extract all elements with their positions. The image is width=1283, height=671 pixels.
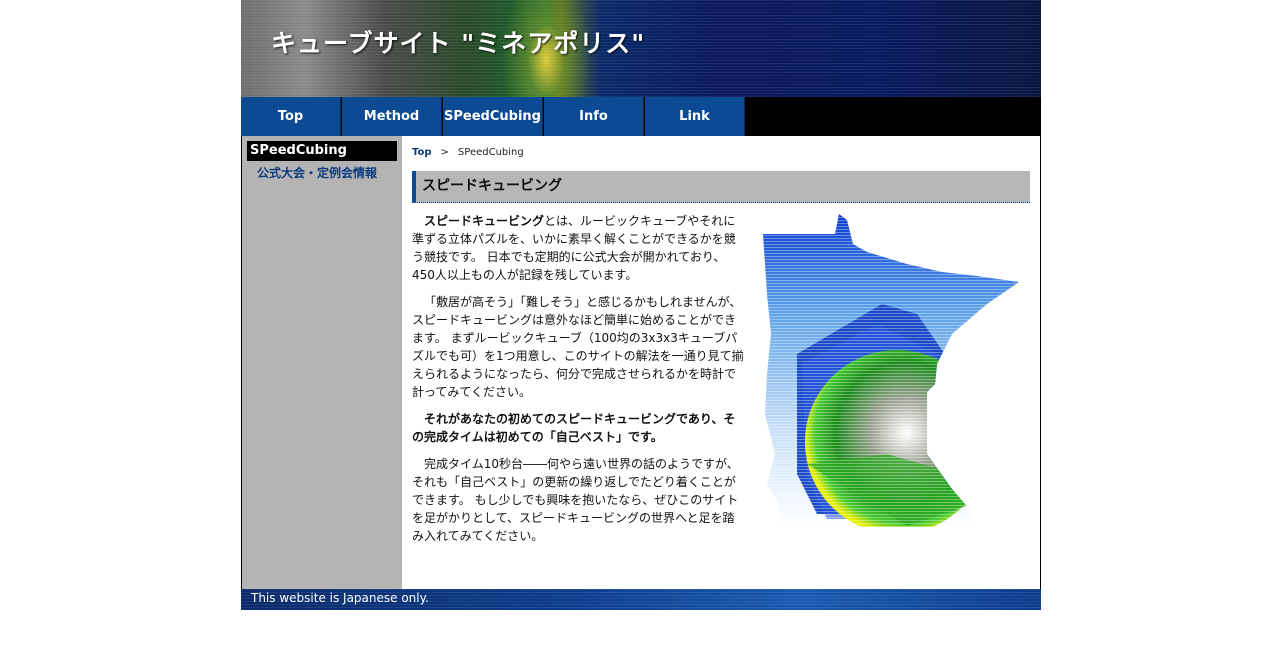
sidebar-heading: SPeedCubing: [247, 141, 397, 161]
paragraph-2: 「敷居が高そう」「難しそう」と感じるかもしれませんが、スピードキュービングは意外…: [412, 295, 744, 399]
nav-item-method[interactable]: Method: [342, 97, 442, 136]
site-container: キューブサイト "ミネアポリス" Top Method SPeedCubing …: [241, 0, 1041, 610]
breadcrumb: Top > SPeedCubing: [412, 147, 524, 158]
paragraph-4: 完成タイム10秒台――何やら遠い世界の話のようですが、それも「自己ベスト」の更新…: [412, 457, 739, 543]
paragraph-1: スピードキュービングとは、ルービックキューブやそれに準ずる立体パズルを、いかに素…: [412, 212, 745, 284]
minnesota-map-image: [763, 214, 1019, 527]
term-speedcubing: スピードキュービング: [424, 214, 545, 228]
footer-text: This website is Japanese only.: [251, 591, 429, 605]
nav-item-link[interactable]: Link: [645, 97, 745, 136]
section-heading: スピードキュービング: [412, 171, 1030, 203]
nav-item-speedcubing[interactable]: SPeedCubing: [443, 97, 543, 136]
site-title: キューブサイト "ミネアポリス": [271, 29, 646, 58]
paragraph-3: それがあなたの初めてのスピードキュービングであり、その完成タイムは初めての「自己…: [412, 412, 736, 444]
content-area: Top > SPeedCubing スピードキュービング スピードキュービングとは、…: [402, 136, 1040, 589]
nav-item-top[interactable]: Top: [241, 97, 341, 136]
nav-item-info[interactable]: Info: [544, 97, 644, 136]
footer: This website is Japanese only.: [241, 589, 1041, 610]
sidebar-link-competitions[interactable]: 公式大会・定例会情報: [257, 164, 377, 181]
header-banner: キューブサイト "ミネアポリス": [241, 0, 1041, 97]
article-text: スピードキュービングとは、ルービックキューブやそれに準ずる立体パズルを、いかに素…: [412, 212, 745, 554]
breadcrumb-separator: >: [440, 147, 449, 158]
main-nav: Top Method SPeedCubing Info Link: [241, 97, 1041, 136]
breadcrumb-top-link[interactable]: Top: [412, 147, 432, 158]
sidebar: SPeedCubing 公式大会・定例会情報: [242, 136, 402, 589]
breadcrumb-current: SPeedCubing: [457, 147, 524, 158]
main-area: SPeedCubing 公式大会・定例会情報 Top > SPeedCubing ス…: [241, 136, 1041, 589]
